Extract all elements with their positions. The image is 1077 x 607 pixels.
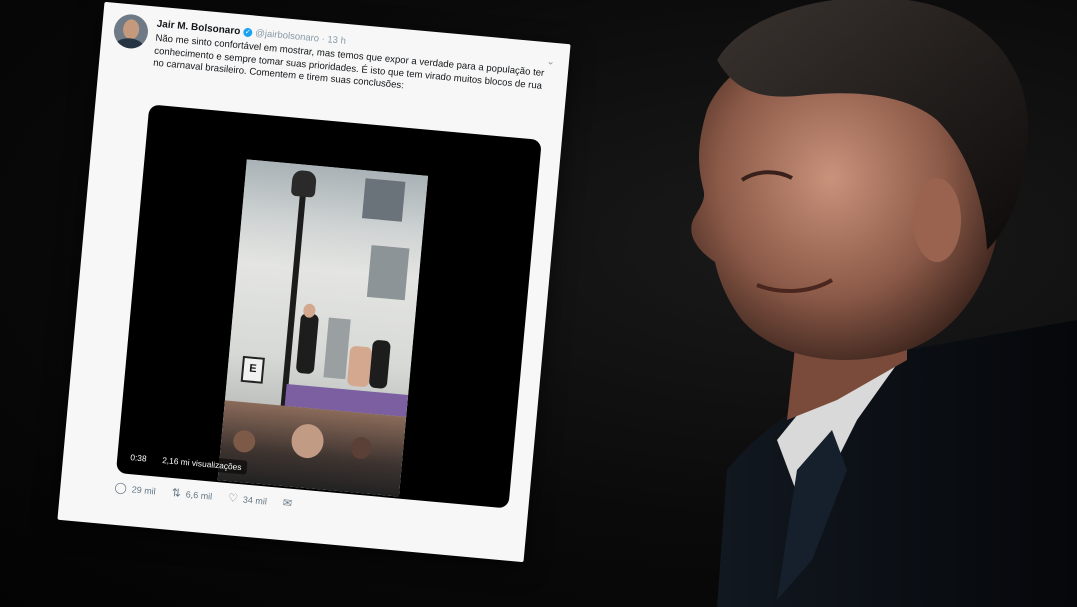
retweet-icon: ⇅ [171,486,182,500]
chevron-down-icon[interactable]: ⌄ [546,56,555,68]
parking-sign: E [240,355,265,384]
verified-badge-icon: ✓ [242,27,253,38]
photo-composition: Jair M. Bolsonaro ✓ @jairbolsonaro · 13 h … [0,0,1077,607]
message-action[interactable]: ✉ [282,496,292,510]
reply-count: 29 mil [131,483,157,496]
video-duration: 0:38 [124,449,153,466]
video-player[interactable]: E 0:38 2,16 mi visualizações [115,104,542,509]
portrait-photo [691,0,1077,607]
like-icon: ♡ [227,492,239,505]
tweet-text: Não me sinto confortável em mostrar, mas… [152,32,545,92]
reply-action[interactable]: ◯ 29 mil [114,481,156,498]
retweet-action[interactable]: ⇅ 6,6 mil [171,486,213,503]
retweet-count: 6,6 mil [185,488,213,502]
avatar[interactable] [112,12,150,50]
tweet-card: Jair M. Bolsonaro ✓ @jairbolsonaro · 13 h … [57,1,571,563]
message-icon: ✉ [282,497,293,510]
video-frame: E [217,159,429,497]
like-action[interactable]: ♡ 34 mil [228,491,268,507]
like-count: 34 mil [242,493,268,507]
reply-icon: ◯ [113,481,128,495]
